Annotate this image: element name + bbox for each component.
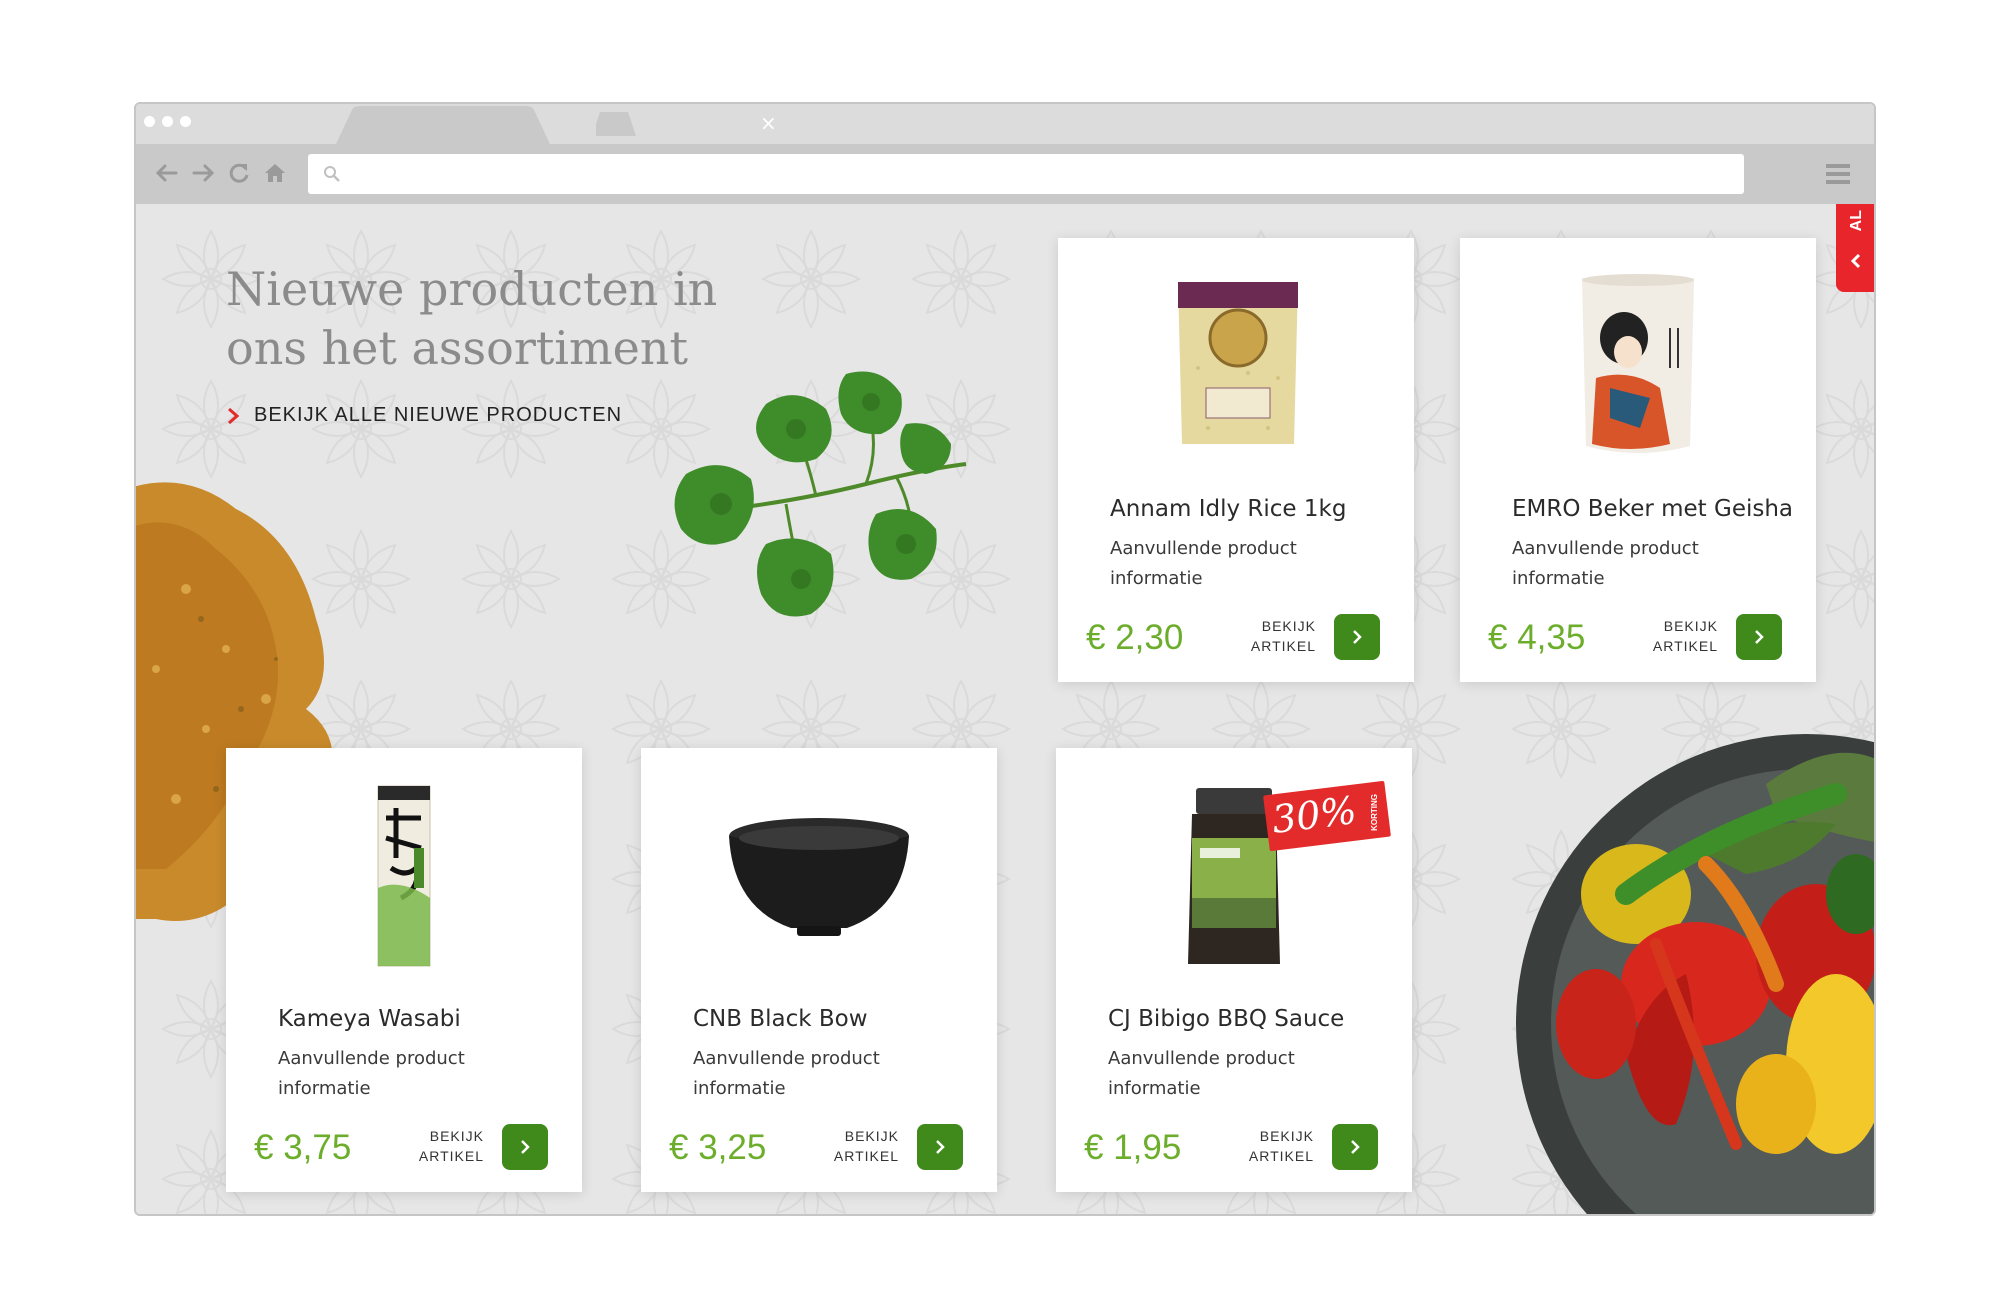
view-label-line2: ARTIKEL (833, 1148, 899, 1164)
product-name: Annam Idly Rice 1kg (1110, 496, 1347, 522)
discount-badge: 30% KORTING (1263, 780, 1391, 852)
product-price: € 4,35 (1488, 618, 1586, 657)
home-icon[interactable] (262, 160, 288, 186)
side-tab-label: AL (1848, 210, 1865, 232)
view-article-button[interactable] (917, 1124, 963, 1170)
chevron-left-icon (1850, 253, 1861, 269)
tab-shape (336, 106, 550, 144)
reload-icon[interactable] (226, 160, 252, 186)
view-label-line1: BEKIJK (429, 1128, 484, 1144)
view-label-line1: BEKIJK (1259, 1128, 1314, 1144)
view-article-label[interactable]: BEKIJK ARTIKEL (412, 1126, 484, 1166)
product-price: € 2,30 (1086, 618, 1184, 657)
view-article-button[interactable] (502, 1124, 548, 1170)
window-maximize-dot[interactable] (180, 116, 191, 127)
product-card[interactable]: Annam Idly Rice 1kg Aanvullende product … (1058, 238, 1414, 682)
product-name: CNB Black Bow (693, 1006, 868, 1032)
back-arrow-icon[interactable] (154, 160, 180, 186)
hamburger-menu-icon[interactable] (1826, 162, 1850, 186)
page-viewport: Nieuwe producten in ons het assortiment … (136, 204, 1874, 1214)
chili-peppers-bowl-image (1516, 734, 1874, 1214)
chevron-right-icon (1755, 630, 1764, 644)
view-label-line2: ARTIKEL (418, 1148, 484, 1164)
product-description: Aanvullende product informatie (278, 1048, 465, 1099)
rice-bag-image (1178, 282, 1298, 444)
product-card[interactable]: 30% KORTING CJ Bibigo BBQ Sauce Aanvulle… (1056, 748, 1412, 1192)
search-icon (324, 166, 340, 182)
chevron-right-icon (1351, 1140, 1360, 1154)
new-tab-icon[interactable] (596, 110, 640, 138)
forward-arrow-icon[interactable] (190, 160, 216, 186)
view-label-line2: ARTIKEL (1250, 638, 1316, 654)
product-price: € 1,95 (1084, 1128, 1182, 1167)
geisha-cup-image (1582, 274, 1694, 453)
tab-close-icon[interactable]: × (760, 113, 777, 133)
product-description: Aanvullende product informatie (1110, 538, 1297, 589)
view-label-line1: BEKIJK (844, 1128, 899, 1144)
address-bar[interactable] (308, 154, 1744, 194)
page-title: Nieuwe producten in ons het assortiment (226, 262, 718, 375)
window-minimize-dot[interactable] (162, 116, 173, 127)
view-label-line2: ARTIKEL (1248, 1148, 1314, 1164)
window-close-dot[interactable] (144, 116, 155, 127)
tab-bar: × (136, 104, 1874, 144)
product-description: Aanvullende product informatie (693, 1048, 880, 1099)
chevron-right-icon (1353, 630, 1362, 644)
product-description: Aanvullende product informatie (1512, 538, 1699, 589)
view-article-label[interactable]: BEKIJK ARTIKEL (1242, 1126, 1314, 1166)
view-label-line1: BEKIJK (1663, 618, 1718, 634)
chevron-right-icon (521, 1140, 530, 1154)
product-price: € 3,75 (254, 1128, 352, 1167)
product-card[interactable]: Kameya Wasabi Aanvullende product inform… (226, 748, 582, 1192)
chevron-right-icon (936, 1140, 945, 1154)
coriander-herb-image (674, 371, 967, 617)
view-article-label[interactable]: BEKIJK ARTIKEL (1646, 616, 1718, 656)
black-bowl-image (729, 818, 909, 936)
product-description: Aanvullende product informatie (1108, 1048, 1295, 1099)
discount-label: KORTING (1370, 794, 1379, 831)
view-all-new-products-link[interactable]: BEKIJK ALLE NIEUWE PRODUCTEN (226, 404, 622, 427)
view-article-label[interactable]: BEKIJK ARTIKEL (1244, 616, 1316, 656)
side-tab[interactable]: AL (1836, 204, 1874, 292)
view-article-label[interactable]: BEKIJK ARTIKEL (827, 1126, 899, 1166)
product-name: CJ Bibigo BBQ Sauce (1108, 1006, 1345, 1032)
product-price: € 3,25 (669, 1128, 767, 1167)
product-card[interactable]: CNB Black Bow Aanvullende product inform… (641, 748, 997, 1192)
view-all-new-products-label: BEKIJK ALLE NIEUWE PRODUCTEN (254, 404, 623, 426)
view-article-button[interactable] (1736, 614, 1782, 660)
view-article-button[interactable] (1334, 614, 1380, 660)
view-article-button[interactable] (1332, 1124, 1378, 1170)
browser-tab[interactable]: × (336, 104, 777, 144)
view-label-line1: BEKIJK (1261, 618, 1316, 634)
product-name: Kameya Wasabi (278, 1006, 461, 1032)
product-card[interactable]: EMRO Beker met Geisha Aanvullende produc… (1460, 238, 1816, 682)
product-name: EMRO Beker met Geisha (1512, 496, 1794, 522)
browser-window: × Nieuwe producten in ons het assortimen… (134, 102, 1876, 1216)
browser-toolbar (136, 144, 1874, 204)
chevron-right-icon (228, 407, 240, 424)
view-label-line2: ARTIKEL (1652, 638, 1718, 654)
wasabi-tube-image (377, 785, 431, 967)
